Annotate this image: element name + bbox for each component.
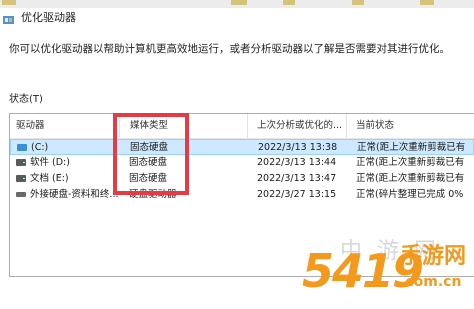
last-run: 2022/3/13 13:38	[258, 142, 338, 153]
drive-name: 外接硬盘-资料和终...	[30, 189, 119, 200]
defrag-app-icon	[3, 16, 14, 24]
column-header-row: 驱动器 媒体类型 上次分析或优化的... 当前状态	[10, 114, 474, 139]
description-text: 你可以优化驱动器以帮助计算机更高效地运行，或者分析驱动器以了解是否需要对其进行优…	[9, 43, 450, 55]
title-bar: 优化驱动器	[0, 5, 474, 31]
column-header-status[interactable]: 当前状态	[346, 114, 474, 138]
watermark-site-name: 手游网	[400, 244, 467, 269]
drive-name: 文档 (E:)	[30, 173, 69, 184]
current-status: 正常(距上次重新剪裁已有	[357, 142, 466, 153]
last-run: 2022/3/13 13:47	[257, 173, 337, 184]
external-drive-icon	[16, 192, 26, 197]
drive-name: (C:)	[31, 142, 49, 153]
column-header-drive[interactable]: 驱动器	[10, 114, 119, 138]
media-type: 硬盘驱动器	[129, 189, 177, 200]
current-status: 正常(距上次重新剪裁已有	[356, 157, 465, 168]
current-status: 正常(碎片整理已完成 0%	[356, 189, 464, 200]
drive-name: 软件 (D:)	[30, 157, 70, 168]
system-drive-icon	[17, 144, 27, 151]
table-row[interactable]: 文档 (E:) 固态硬盘 2022/3/13 13:47 正常(距上次重新剪裁已…	[10, 171, 474, 187]
column-header-last-run[interactable]: 上次分析或优化的...	[247, 114, 346, 138]
media-type: 固态硬盘	[130, 142, 169, 153]
current-status: 正常(距上次重新剪裁已有	[356, 173, 465, 184]
table-row[interactable]: (C:) 固态硬盘 2022/3/13 13:38 正常(距上次重新剪裁已有	[10, 139, 474, 155]
media-type: 固态硬盘	[129, 173, 168, 184]
window-title: 优化驱动器	[21, 11, 76, 24]
column-header-media-type[interactable]: 媒体类型	[119, 114, 247, 138]
watermark-domain: .com.cn	[400, 274, 462, 290]
table-row[interactable]: 软件 (D:) 固态硬盘 2022/3/13 13:44 正常(距上次重新剪裁已…	[10, 155, 474, 171]
last-run: 2022/3/13 13:44	[257, 157, 337, 168]
last-run: 2022/3/27 13:15	[257, 189, 337, 200]
hard-drive-icon	[16, 175, 26, 182]
table-row[interactable]: 外接硬盘-资料和终... 硬盘驱动器 2022/3/27 13:15 正常(碎片…	[10, 187, 474, 203]
status-label: 状态(T)	[9, 94, 43, 105]
media-type: 固态硬盘	[129, 157, 168, 168]
site-watermark: 5419 手游网 .com.cn	[302, 228, 474, 309]
hard-drive-icon	[16, 159, 26, 166]
